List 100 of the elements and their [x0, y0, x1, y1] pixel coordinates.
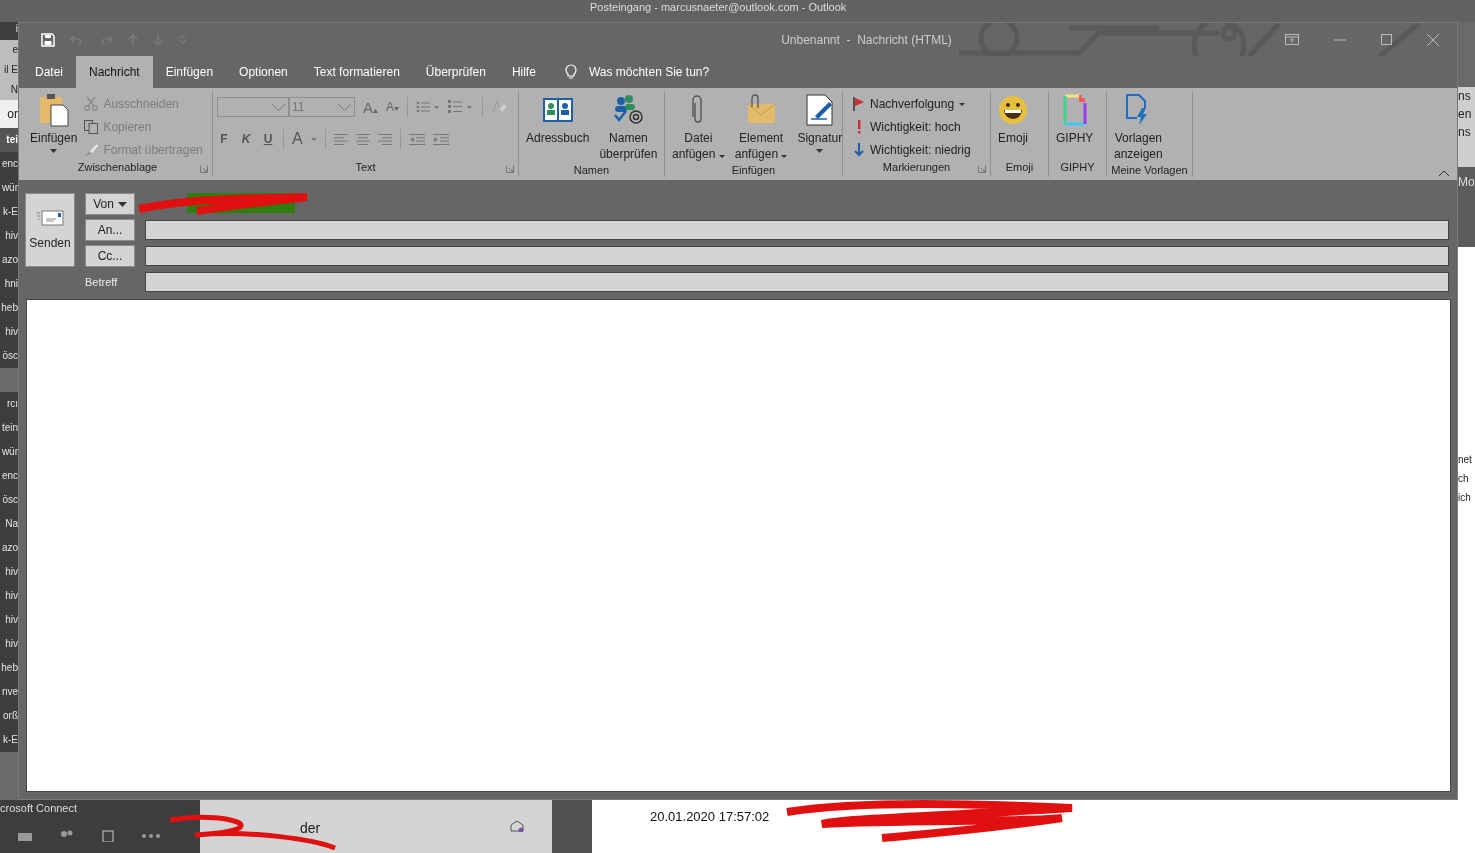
message-body-field[interactable]	[26, 299, 1451, 792]
group-label: Meine Vorlagen	[1111, 164, 1188, 177]
group-label: GIPHY	[1060, 161, 1095, 175]
ribbon-tab[interactable]: Text formatieren	[300, 56, 413, 88]
cc-button[interactable]: Cc...	[85, 245, 135, 267]
people-check-icon	[612, 93, 645, 127]
clear-formatting-icon[interactable]	[491, 100, 508, 114]
folder-item[interactable]: tei	[0, 128, 18, 152]
folder-item[interactable]: ösc	[0, 488, 18, 512]
folder-item[interactable]: enc	[0, 464, 18, 488]
folder-item[interactable]: azo	[0, 248, 18, 272]
folder-item[interactable]: heb	[0, 656, 18, 680]
folder-item[interactable]: hiv	[0, 608, 18, 632]
mail-icon[interactable]	[18, 831, 32, 841]
attach-item-button[interactable]: Element anfügen	[731, 91, 791, 164]
dropdown-caret-icon[interactable]	[310, 137, 317, 141]
font-name-field[interactable]	[217, 97, 289, 117]
folder-item[interactable]: hiv	[0, 560, 18, 584]
signature-button[interactable]: Signatur	[794, 91, 846, 155]
send-button[interactable]: Senden	[25, 193, 75, 267]
ribbon-tab[interactable]: Datei	[22, 56, 76, 88]
caret-down-icon	[394, 107, 400, 111]
message-date: 20.01.2020 17:57:02	[650, 809, 770, 824]
align-icon[interactable]	[333, 133, 348, 145]
dropdown-caret-icon	[959, 102, 966, 106]
window-title: Posteingang - marcusnaeter@outlook.com - Outlook	[590, 1, 847, 13]
folder-item[interactable]: ösc	[0, 344, 18, 368]
emoji-button[interactable]: Emoji	[995, 91, 1031, 148]
folder-item[interactable]: rcı	[0, 392, 18, 416]
folder-item[interactable]: e	[0, 40, 18, 60]
message-sender: der	[300, 820, 321, 836]
smiley-icon	[998, 93, 1028, 127]
folder-item[interactable]: hiv	[0, 632, 18, 656]
tasks-icon[interactable]	[102, 830, 114, 842]
ribbon-tab[interactable]: Nachricht	[76, 56, 153, 88]
to-button[interactable]: An...	[85, 219, 135, 241]
bold-button[interactable]: F	[217, 132, 231, 146]
align-icon[interactable]	[377, 133, 392, 145]
folder-item[interactable]: i	[0, 22, 18, 40]
dialog-launcher-icon[interactable]	[506, 165, 514, 173]
folder-item[interactable]: or	[0, 100, 18, 128]
envelope-icon	[510, 820, 524, 832]
folder-item[interactable]: nve	[0, 680, 18, 704]
ribbon-tab[interactable]: Hilfe	[498, 56, 549, 88]
folder-item[interactable]: enc	[0, 152, 18, 176]
to-field[interactable]	[145, 220, 1449, 240]
follow-up-button[interactable]: Nachverfolgung	[853, 95, 971, 113]
attach-file-button[interactable]: Datei anfügen	[669, 91, 728, 164]
subject-field[interactable]	[145, 272, 1449, 292]
ribbon-tab[interactable]: Optionen	[226, 56, 301, 88]
folder-item[interactable]: azo	[0, 536, 18, 560]
view-templates-button[interactable]: Vorlagen anzeigen	[1111, 91, 1166, 164]
ribbon-display-icon[interactable]	[1285, 34, 1299, 45]
folder-item[interactable]: N	[0, 80, 18, 100]
folder-item[interactable]: heb	[0, 296, 18, 320]
minimize-icon[interactable]	[1334, 38, 1346, 41]
indent-icon[interactable]	[432, 133, 449, 145]
outdent-icon[interactable]	[408, 133, 425, 145]
more-icon[interactable]	[142, 834, 160, 838]
low-importance-button[interactable]: Wichtigkeit: niedrig	[853, 141, 971, 159]
font-color-button[interactable]: A	[292, 130, 303, 148]
folder-item[interactable]: il E	[0, 60, 18, 80]
collapse-ribbon-icon[interactable]	[1439, 170, 1449, 176]
save-icon[interactable]	[41, 32, 55, 47]
tell-me-field[interactable]: Was möchten Sie tun?	[588, 65, 710, 79]
close-icon[interactable]	[1427, 33, 1439, 46]
folder-item[interactable]: orß	[0, 704, 18, 728]
message-text: net	[1458, 453, 1473, 467]
dialog-launcher-icon[interactable]	[200, 165, 208, 173]
folder-item[interactable]: Na	[0, 512, 18, 536]
address-book-button[interactable]: Adressbuch	[523, 91, 593, 148]
folder-item[interactable]: wür	[0, 176, 18, 200]
giphy-button[interactable]: GIPHY	[1053, 91, 1097, 148]
ribbon-label: en	[1458, 106, 1473, 123]
folder-item[interactable]: wür	[0, 440, 18, 464]
maximize-icon[interactable]	[1381, 34, 1392, 45]
dropdown-caret-icon	[718, 155, 725, 158]
folder-item[interactable]: tein	[0, 416, 18, 440]
folder-item[interactable]: k-E	[0, 728, 18, 752]
scrollbar[interactable]	[552, 800, 592, 853]
paste-button[interactable]: Einfügen	[27, 91, 81, 155]
align-icon[interactable]	[355, 133, 370, 145]
check-names-button[interactable]: Namen überprüfen	[596, 91, 661, 164]
from-button[interactable]: Von	[85, 193, 135, 215]
cc-field[interactable]	[145, 246, 1449, 266]
high-importance-button[interactable]: Wichtigkeit: hoch	[853, 118, 971, 136]
ribbon-tab[interactable]: Einfügen	[152, 56, 227, 88]
lightbulb-icon[interactable]	[564, 64, 577, 80]
numbered-list-icon[interactable]	[448, 100, 475, 114]
signature-icon	[804, 93, 835, 127]
folder-item[interactable]: hiv	[0, 584, 18, 608]
folder-item[interactable]: k-E	[0, 200, 18, 224]
dropdown-caret-icon	[781, 155, 788, 158]
group-label: Markierungen	[882, 161, 951, 175]
bullet-list-icon[interactable]	[416, 101, 441, 113]
ribbon-tab[interactable]: Überprüfen	[412, 56, 499, 88]
dialog-launcher-icon[interactable]	[978, 165, 986, 173]
folder-item[interactable]: hiv	[0, 224, 18, 248]
folder-item[interactable]: hiv	[0, 320, 18, 344]
folder-item[interactable]: hni	[0, 272, 18, 296]
